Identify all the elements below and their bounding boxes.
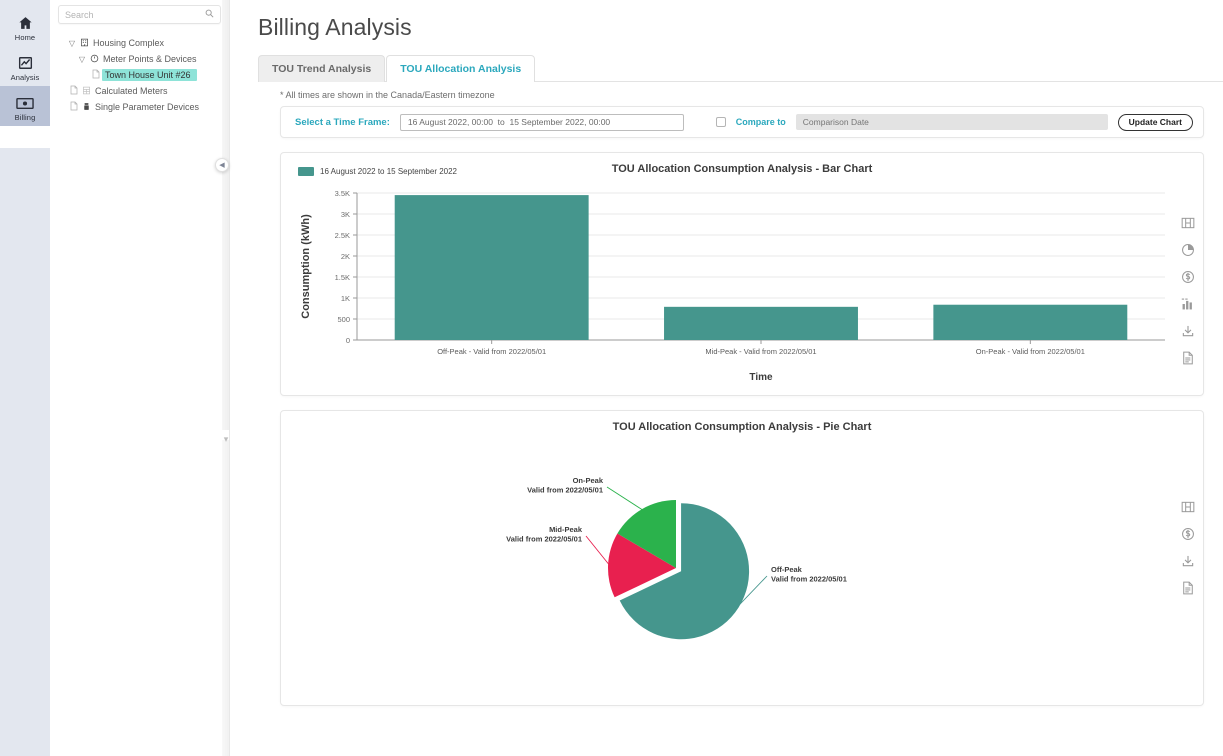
svg-text:Valid from 2022/05/01: Valid from 2022/05/01: [527, 486, 603, 495]
tree-node-town-house-unit-26[interactable]: Town House Unit #26: [58, 67, 221, 83]
resource-tree: ▽ Housing Complex ▽ Meter Points & Devic…: [58, 35, 221, 115]
svg-text:On-Peak - Valid from 2022/05/0: On-Peak - Valid from 2022/05/01: [976, 347, 1085, 356]
svg-text:1.5K: 1.5K: [335, 273, 350, 282]
tabs-container: TOU Trend Analysis TOU Allocation Analys…: [258, 55, 1223, 82]
device-icon: [80, 102, 93, 113]
chevron-down-icon[interactable]: ▽: [76, 55, 88, 64]
tree-label: Calculated Meters: [95, 86, 168, 96]
main-content: Billing Analysis TOU Trend Analysis TOU …: [230, 0, 1223, 756]
left-nav-rail: Home Analysis Billing: [0, 0, 50, 756]
filter-bar: Select a Time Frame: Compare to Update C…: [280, 106, 1204, 138]
svg-text:Valid from 2022/05/01: Valid from 2022/05/01: [771, 575, 847, 584]
legend-label: 16 August 2022 to 15 September 2022: [320, 167, 457, 176]
tab-list: TOU Trend Analysis TOU Allocation Analys…: [258, 55, 1223, 82]
bar-chart-toolbar: [1180, 215, 1195, 365]
search-input[interactable]: [65, 9, 205, 20]
bar-chart-icon[interactable]: [1180, 296, 1195, 311]
billing-icon: [16, 95, 34, 112]
chevron-down-icon[interactable]: ▽: [66, 39, 78, 48]
compare-to-checkbox[interactable]: [715, 117, 726, 127]
sidebar-collapse-button[interactable]: ◀: [215, 158, 229, 172]
svg-text:Mid-Peak - Valid from 2022/05/: Mid-Peak - Valid from 2022/05/01: [705, 347, 816, 356]
panel-resize-divider[interactable]: [222, 0, 229, 430]
bar-chart-legend[interactable]: 16 August 2022 to 15 September 2022: [298, 167, 457, 176]
table-icon[interactable]: [1180, 215, 1195, 230]
tab-tou-allocation-analysis[interactable]: TOU Allocation Analysis: [386, 55, 536, 82]
svg-text:0: 0: [346, 336, 350, 345]
legend-color-swatch: [298, 167, 314, 176]
svg-text:3.5K: 3.5K: [335, 189, 350, 198]
nav-label-billing: Billing: [14, 112, 36, 122]
nav-item-home[interactable]: Home: [0, 6, 50, 46]
svg-text:2.5K: 2.5K: [335, 231, 350, 240]
svg-text:1K: 1K: [341, 294, 350, 303]
pie-chart-toolbar: [1180, 499, 1195, 595]
pie-chart-title: TOU Allocation Consumption Analysis - Pi…: [612, 421, 872, 433]
table-icon[interactable]: [1180, 499, 1195, 514]
navigation-tree-panel: ▽ Housing Complex ▽ Meter Points & Devic…: [50, 0, 230, 756]
rail-divider: [0, 126, 50, 148]
download-icon[interactable]: [1180, 553, 1195, 568]
tree-node-single-parameter-devices[interactable]: Single Parameter Devices: [58, 99, 221, 115]
svg-text:Off-Peak: Off-Peak: [771, 565, 803, 574]
tree-label: Housing Complex: [93, 38, 165, 48]
nav-label-analysis: Analysis: [10, 72, 40, 82]
tab-tou-trend-analysis[interactable]: TOU Trend Analysis: [258, 55, 386, 82]
timezone-note: * All times are shown in the Canada/East…: [280, 90, 495, 100]
bar-chart-card: TOU Allocation Consumption Analysis - Ba…: [280, 152, 1204, 396]
pie-chart-plot: Off-PeakValid from 2022/05/01Mid-PeakVal…: [506, 476, 847, 640]
dollar-icon[interactable]: [1180, 269, 1195, 284]
compare-to-label: Compare to: [735, 117, 786, 127]
home-icon: [18, 15, 33, 32]
pie-chart-card: TOU Allocation Consumption Analysis - Pi…: [280, 410, 1204, 706]
timeframe-input[interactable]: [399, 113, 684, 131]
tree-node-calculated-meters[interactable]: Calculated Meters: [58, 83, 221, 99]
nav-label-home: Home: [14, 32, 36, 42]
nav-item-billing[interactable]: Billing: [0, 86, 50, 126]
bar-chart-plot: 0 500 1K 1.5K 2K 2.5K 3K 3.5K Off-Peak - Valid f…: [300, 189, 1165, 383]
svg-text:Time: Time: [749, 372, 773, 383]
search-box[interactable]: [58, 5, 221, 24]
tree-label: Town House Unit #26: [102, 69, 197, 81]
tree-label: Meter Points & Devices: [103, 54, 197, 64]
document-icon: [90, 69, 102, 81]
dollar-icon[interactable]: [1180, 526, 1195, 541]
building-icon: [78, 38, 91, 49]
tree-node-meter-points-devices[interactable]: ▽ Meter Points & Devices: [58, 51, 221, 67]
nav-item-analysis[interactable]: Analysis: [0, 46, 50, 86]
svg-text:3K: 3K: [341, 210, 350, 219]
clock-icon: [88, 54, 101, 65]
svg-text:2K: 2K: [341, 252, 350, 261]
panel-divider-grip[interactable]: ▾: [219, 435, 233, 444]
document-icon[interactable]: [1180, 580, 1195, 595]
comparison-date-input[interactable]: [795, 114, 1108, 130]
download-icon[interactable]: [1180, 323, 1195, 338]
search-icon: [205, 9, 214, 20]
rail-filler: [0, 148, 50, 756]
timeframe-label: Select a Time Frame:: [295, 116, 390, 128]
page-title: Billing Analysis: [258, 14, 412, 40]
tree-node-housing-complex[interactable]: ▽ Housing Complex: [58, 35, 221, 51]
document-icon: [68, 85, 80, 97]
calculator-icon: [80, 86, 93, 97]
tree-label: Single Parameter Devices: [95, 102, 200, 112]
svg-text:Off-Peak - Valid from 2022/05/: Off-Peak - Valid from 2022/05/01: [437, 347, 546, 356]
pie-chart-icon[interactable]: [1180, 242, 1195, 257]
svg-text:Valid from 2022/05/01: Valid from 2022/05/01: [506, 535, 582, 544]
analysis-icon: [18, 55, 33, 72]
svg-text:Mid-Peak: Mid-Peak: [549, 525, 583, 534]
svg-text:500: 500: [337, 315, 350, 324]
panel-resize-divider-lower[interactable]: [222, 440, 229, 756]
svg-text:Consumption (kWh): Consumption (kWh): [300, 214, 312, 319]
svg-text:On-Peak: On-Peak: [573, 476, 604, 485]
document-icon: [68, 101, 80, 113]
document-icon[interactable]: [1180, 350, 1195, 365]
update-chart-button[interactable]: Update Chart: [1117, 113, 1193, 131]
